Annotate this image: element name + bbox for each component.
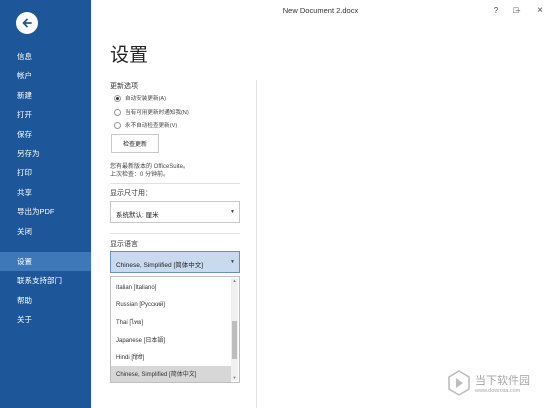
sidebar-item-print[interactable]: 打印 xyxy=(0,163,91,182)
sidebar-item-save-as[interactable]: 另存为 xyxy=(0,144,91,163)
update-options-label: 更新选项 xyxy=(110,83,138,90)
watermark: 当下软件园 www.downxia.com xyxy=(447,370,530,396)
language-label: 显示语言 xyxy=(110,241,138,248)
units-select-value: 系统默认: 厘米 xyxy=(116,212,159,219)
watermark-logo-icon xyxy=(448,370,470,396)
maximize-button[interactable]: □ xyxy=(507,4,525,16)
language-select-value: Chinese, Simplified [简体中文] xyxy=(116,262,204,269)
radio-label: 永不自动检查更新(V) xyxy=(125,123,178,129)
vertical-divider xyxy=(256,80,257,408)
radio-button[interactable] xyxy=(114,108,121,116)
sidebar-item-share[interactable]: 共享 xyxy=(0,183,91,202)
radio-button-checked[interactable] xyxy=(114,94,121,102)
chevron-down-icon: ▼ xyxy=(230,209,235,215)
sidebar-item-info[interactable]: 信息 xyxy=(0,47,91,66)
radio-button[interactable] xyxy=(114,121,121,129)
close-button[interactable]: × xyxy=(531,4,549,16)
units-select[interactable]: 系统默认: 厘米 ▼ xyxy=(110,201,240,223)
scroll-up-icon[interactable]: ▲ xyxy=(231,278,238,284)
language-option-chinese-simplified[interactable]: Chinese, Simplified [简体中文] xyxy=(111,366,231,382)
sidebar-item-open[interactable]: 打开 xyxy=(0,105,91,124)
sidebar: 信息 帐户 新建 打开 保存 另存为 打印 共享 导出为PDF 关闭 设置 联系… xyxy=(0,0,91,408)
sidebar-item-about[interactable]: 关于 xyxy=(0,310,91,329)
radio-notify[interactable]: 当有可用更新时通知我(N) xyxy=(114,108,189,116)
watermark-text: 当下软件园 www.downxia.com xyxy=(475,372,530,394)
sidebar-item-close[interactable]: 关闭 xyxy=(0,222,91,241)
last-check-text: 上次检查：0 分钟前。 xyxy=(110,172,170,178)
check-updates-button[interactable]: 检查更新 xyxy=(111,134,159,153)
radio-never-check[interactable]: 永不自动检查更新(V) xyxy=(114,121,177,129)
sidebar-item-export-pdf[interactable]: 导出为PDF xyxy=(0,202,91,221)
scrollbar-thumb[interactable] xyxy=(232,321,237,359)
radio-label: 当有可用更新时通知我(N) xyxy=(125,110,189,116)
chevron-down-icon: ▼ xyxy=(230,259,235,265)
sidebar-item-contact-support[interactable]: 联系支持部门 xyxy=(0,271,91,290)
scroll-down-icon[interactable]: ▼ xyxy=(231,375,238,381)
close-icon: × xyxy=(537,4,543,16)
radio-label: 自动安装更新(A) xyxy=(125,96,167,102)
sidebar-item-save[interactable]: 保存 xyxy=(0,125,91,144)
language-option-japanese[interactable]: Japanese [日本語] xyxy=(111,332,231,350)
sidebar-item-settings[interactable]: 设置 xyxy=(0,251,91,272)
sidebar-item-new[interactable]: 新建 xyxy=(0,86,91,105)
back-arrow-icon xyxy=(22,18,32,28)
radio-auto-install[interactable]: 自动安装更新(A) xyxy=(114,94,166,102)
language-option-thai[interactable]: Thai [ไทย] xyxy=(111,314,231,332)
help-icon: ? xyxy=(493,5,499,15)
document-title: New Document 2.docx xyxy=(282,6,359,15)
sidebar-item-help[interactable]: 帮助 xyxy=(0,291,91,310)
language-option-hindi[interactable]: Hindi [हिंदी] xyxy=(111,349,231,367)
back-button[interactable] xyxy=(16,12,38,34)
sidebar-item-account[interactable]: 帐户 xyxy=(0,66,91,85)
language-select[interactable]: Chinese, Simplified [简体中文] ▼ xyxy=(110,251,240,273)
title-bar: New Document 2.docx ? – □ × xyxy=(91,0,550,22)
units-label: 显示尺寸用： xyxy=(110,190,152,197)
language-option-italian[interactable]: Italian [Italiano] xyxy=(111,279,231,297)
help-button[interactable]: ? xyxy=(487,4,505,16)
sidebar-nav: 信息 帐户 新建 打开 保存 另存为 打印 共享 导出为PDF 关闭 设置 联系… xyxy=(0,47,91,329)
page-title: 设置 xyxy=(110,45,149,66)
divider xyxy=(110,233,240,234)
maximize-icon: □ xyxy=(513,5,519,15)
watermark-name: 当下软件园 xyxy=(475,375,530,387)
watermark-url: www.downxia.com xyxy=(475,388,521,394)
language-dropdown-list[interactable]: Italian [Italiano] Russian [Русский] Tha… xyxy=(110,276,240,383)
language-option-russian[interactable]: Russian [Русский] xyxy=(111,296,231,314)
divider xyxy=(110,183,240,184)
